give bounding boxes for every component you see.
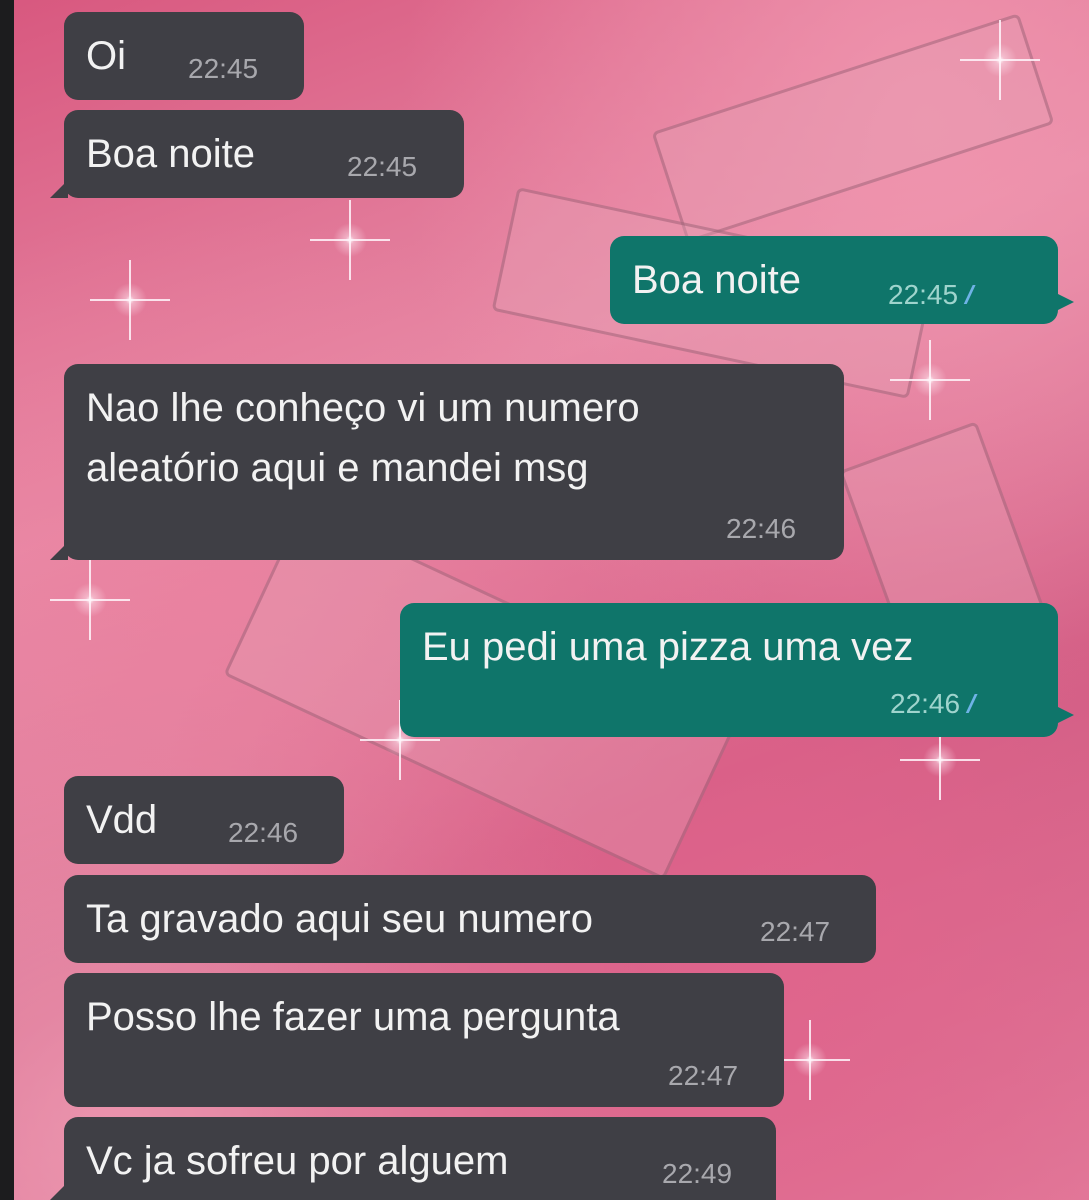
- message-text: Eu pedi uma pizza uma vez: [422, 625, 914, 669]
- wallpaper-sparkle: [900, 720, 980, 800]
- wallpaper-sparkle: [50, 560, 130, 640]
- message-outgoing[interactable]: Boa noite 22:45//: [610, 236, 1074, 324]
- message-time: 22:45: [347, 151, 418, 182]
- message-text: Posso lhe fazer uma pergunta: [86, 995, 620, 1039]
- wallpaper-sparkle: [770, 1020, 850, 1100]
- chat-window[interactable]: Oi 22:45 Boa noite 22:45 Boa noite 22:45…: [0, 0, 1089, 1200]
- message-time: 22:47: [668, 1060, 739, 1091]
- message-incoming[interactable]: Nao lhe conheço vi um numero aleatório a…: [50, 364, 844, 560]
- wallpaper-sparkle: [890, 340, 970, 420]
- message-text: Boa noite: [86, 132, 256, 176]
- message-text: Oi: [86, 34, 126, 78]
- message-incoming[interactable]: Posso lhe fazer uma pergunta 22:47: [64, 973, 784, 1107]
- message-text: Vdd: [86, 798, 158, 842]
- message-time: 22:46//: [890, 688, 976, 720]
- message-outgoing[interactable]: Eu pedi uma pizza uma vez 22:46//: [400, 603, 1074, 737]
- message-time: 22:46: [228, 817, 299, 848]
- message-text: Vc ja sofreu por alguem: [86, 1139, 509, 1183]
- wallpaper-sparkle: [310, 200, 390, 280]
- message-time: 22:47: [760, 916, 831, 947]
- message-text: Ta gravado aqui seu numero: [86, 897, 593, 941]
- wallpaper-sparkle: [960, 20, 1040, 100]
- message-time: 22:45: [188, 53, 259, 84]
- left-edge-strip: [0, 0, 14, 1200]
- wallpaper-sparkle: [90, 260, 170, 340]
- message-text: Nao lhe conheço vi um numero aleatório a…: [86, 386, 640, 490]
- message-incoming[interactable]: Boa noite 22:45: [50, 110, 464, 198]
- message-time: 22:45//: [888, 279, 974, 311]
- message-text: Boa noite: [632, 258, 802, 302]
- message-incoming[interactable]: Vdd 22:46: [64, 776, 344, 864]
- message-time: 22:46: [726, 513, 797, 544]
- message-incoming[interactable]: Ta gravado aqui seu numero 22:47: [64, 875, 876, 963]
- message-time: 22:49: [662, 1158, 733, 1189]
- message-incoming[interactable]: Vc ja sofreu por alguem 22:49: [50, 1117, 776, 1200]
- message-incoming[interactable]: Oi 22:45: [64, 12, 304, 100]
